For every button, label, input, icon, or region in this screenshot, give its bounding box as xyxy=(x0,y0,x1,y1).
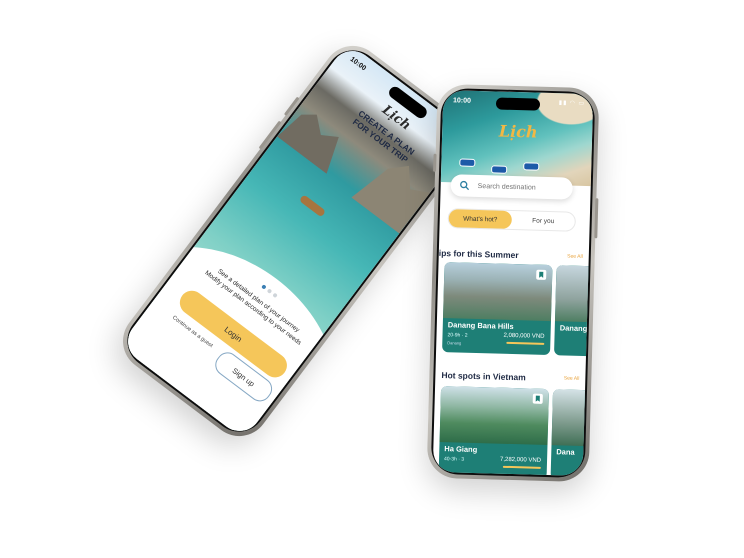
bookmark-icon[interactable] xyxy=(536,269,547,280)
app-logo: Lịch xyxy=(498,121,538,142)
card-meta: 40-3h · 3 xyxy=(443,456,465,463)
side-button xyxy=(594,198,599,239)
boat xyxy=(491,165,508,174)
card-accent-bar xyxy=(502,465,541,469)
home-screen: 10:00 ▮▮ ◠ ▭ Lịch What's hot? For you Tr… xyxy=(432,89,594,477)
tab-bar: What's hot? For you xyxy=(447,208,577,232)
status-time: 10:00 xyxy=(452,97,472,105)
side-button xyxy=(433,153,437,172)
card-location: Danang xyxy=(447,340,462,346)
search-icon xyxy=(460,180,470,191)
trip-card[interactable]: Ha Giang 40-3h · 3 7,282,000 VND xyxy=(438,386,550,477)
section-title-summer: Trips for this Summer xyxy=(432,247,519,261)
phone-welcome: 10:00 Lịch CREATE A PLAN FOR YOUR TRIP S… xyxy=(110,33,482,449)
tab-whats-hot[interactable]: What's hot? xyxy=(448,209,513,229)
boat xyxy=(523,162,540,171)
search-bar[interactable] xyxy=(450,174,573,200)
card-meta: 20-9h · 2 xyxy=(447,332,468,339)
boat xyxy=(459,158,476,167)
see-all-summer-link[interactable]: See All xyxy=(567,254,583,260)
phone-home: 10:00 ▮▮ ◠ ▭ Lịch What's hot? For you Tr… xyxy=(426,83,600,483)
card-title: Dana xyxy=(556,447,575,457)
signal-wifi-battery-icon: ▮▮ ◠ ▭ xyxy=(558,100,586,107)
search-input[interactable] xyxy=(475,181,570,194)
mockup-stage: 10:00 Lịch CREATE A PLAN FOR YOUR TRIP S… xyxy=(0,0,744,558)
card-price: 7,282,000 VND xyxy=(499,456,542,464)
card-price: 2,080,000 VND xyxy=(503,332,545,340)
card-accent-bar xyxy=(506,341,545,345)
card-title: Danang xyxy=(559,323,588,334)
trip-card[interactable]: Danang Bana Hills 20-9h · 2 2,080,000 VN… xyxy=(442,262,553,356)
section-title-hotspots: Hot spots in Vietnam xyxy=(441,370,526,383)
see-all-hotspots-link[interactable]: See All xyxy=(564,375,580,381)
bookmark-icon[interactable] xyxy=(532,393,543,404)
card-title: Danang Bana Hills xyxy=(447,320,514,332)
tab-for-you[interactable]: For you xyxy=(512,211,575,231)
card-title: Ha Giang xyxy=(444,444,478,455)
